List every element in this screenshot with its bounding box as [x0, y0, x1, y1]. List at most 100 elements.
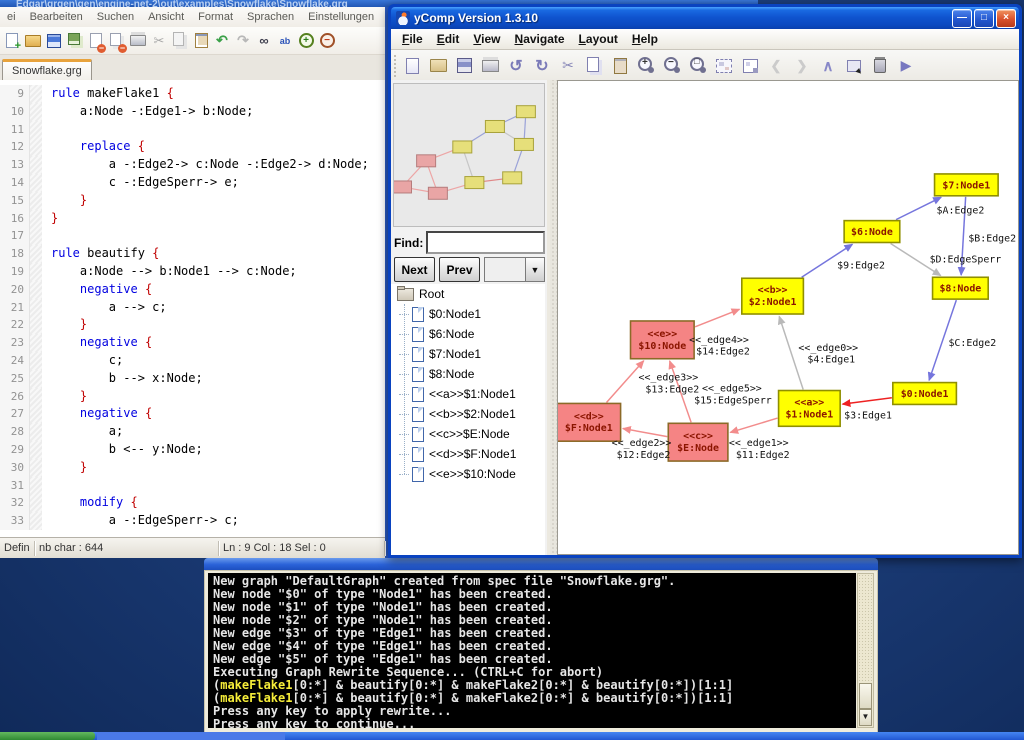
next-button[interactable]: Next: [394, 257, 435, 282]
graph-canvas[interactable]: $7:Node1$6:Node$8:Node<<b>>$2:Node1<<e>>…: [557, 80, 1019, 555]
tree-item[interactable]: <<e>>$10:Node: [391, 464, 545, 484]
tree-item[interactable]: <<c>>$E:Node: [391, 424, 545, 444]
tree-item[interactable]: <<d>>$F:Node1: [391, 444, 545, 464]
menu-item-einstellungen[interactable]: Einstellungen: [301, 11, 381, 23]
search-scope-combobox[interactable]: ▼: [484, 257, 545, 282]
zoom-in-icon[interactable]: [297, 32, 315, 50]
bookmark-margin[interactable]: [30, 174, 42, 192]
bookmark-margin[interactable]: [30, 423, 42, 441]
menu-item-view[interactable]: View: [466, 32, 507, 46]
tree-root[interactable]: Root: [391, 284, 545, 304]
save-all-icon[interactable]: [66, 32, 84, 50]
menu-item-ansicht[interactable]: Ansicht: [141, 11, 191, 23]
maximize-button[interactable]: □: [974, 9, 994, 28]
bookmark-margin[interactable]: [30, 512, 42, 530]
close-doc-icon[interactable]: [87, 32, 105, 50]
cut-icon[interactable]: [557, 55, 579, 77]
menu-item-ei[interactable]: ei: [0, 11, 23, 23]
menu-item-sprachen[interactable]: Sprachen: [240, 11, 301, 23]
graph-edge[interactable]: [623, 429, 667, 437]
bookmark-margin[interactable]: [30, 263, 42, 281]
menu-item-suchen[interactable]: Suchen: [90, 11, 141, 23]
bookmark-margin[interactable]: [30, 459, 42, 477]
zoom-in-icon[interactable]: [635, 55, 657, 77]
save-icon[interactable]: [45, 32, 63, 50]
tree-item[interactable]: $6:Node: [391, 324, 545, 344]
copy-icon[interactable]: [583, 55, 605, 77]
graph-node-$0:Node1[interactable]: $0:Node1: [893, 383, 957, 405]
open-folder-icon[interactable]: [24, 32, 42, 50]
save-icon[interactable]: [453, 55, 475, 77]
bookmark-margin[interactable]: [30, 334, 42, 352]
paste-icon[interactable]: [609, 55, 631, 77]
replace-icon[interactable]: [276, 32, 294, 50]
bookmark-margin[interactable]: [30, 210, 42, 228]
bookmark-margin[interactable]: [30, 281, 42, 299]
chevron-down-icon[interactable]: ▼: [525, 258, 544, 281]
open-icon[interactable]: [427, 55, 449, 77]
menu-item-edit[interactable]: Edit: [430, 32, 467, 46]
menu-item-format[interactable]: Format: [191, 11, 240, 23]
bookmark-margin[interactable]: [30, 370, 42, 388]
scroll-down-icon[interactable]: ▼: [859, 709, 872, 726]
zoom-fit-icon[interactable]: [687, 55, 709, 77]
zoom-out-icon[interactable]: [661, 55, 683, 77]
graph-node-$E:Node[interactable]: <<c>>$E:Node: [668, 423, 728, 461]
bookmark-margin[interactable]: [30, 138, 42, 156]
copy-icon[interactable]: [171, 32, 189, 50]
print-icon[interactable]: [129, 32, 147, 50]
bookmark-margin[interactable]: [30, 156, 42, 174]
ycomp-titlebar[interactable]: yComp Version 1.3.10 — □ ×: [391, 7, 1019, 29]
graph-node-$10:Node[interactable]: <<e>>$10:Node: [631, 321, 695, 359]
bookmark-margin[interactable]: [30, 352, 42, 370]
scrollbar-thumb[interactable]: [859, 683, 872, 709]
bookmark-margin[interactable]: [30, 441, 42, 459]
bookmark-margin[interactable]: [30, 494, 42, 512]
undo-icon[interactable]: [213, 32, 231, 50]
tree-item[interactable]: $8:Node: [391, 364, 545, 384]
redo-icon[interactable]: [531, 55, 553, 77]
graph-edge[interactable]: [730, 418, 777, 432]
bookmark-margin[interactable]: [30, 192, 42, 210]
bookmark-margin[interactable]: [30, 227, 42, 245]
bookmark-margin[interactable]: [30, 316, 42, 334]
panel-splitter[interactable]: [550, 80, 557, 555]
cut-icon[interactable]: [150, 32, 168, 50]
graph-node-$7:Node1[interactable]: $7:Node1: [935, 174, 999, 196]
taskbar-task-button[interactable]: [97, 732, 285, 740]
close-all-icon[interactable]: [108, 32, 126, 50]
tab-snowflake-grg[interactable]: Snowflake.grg: [2, 59, 92, 81]
bookmark-margin[interactable]: [30, 121, 42, 139]
find-input[interactable]: [426, 231, 545, 254]
paste-icon[interactable]: [192, 32, 210, 50]
redo-icon[interactable]: [234, 32, 252, 50]
console-scrollbar[interactable]: ▼: [857, 573, 874, 728]
bookmark-margin[interactable]: [30, 477, 42, 495]
menu-item-bearbeiten[interactable]: Bearbeiten: [23, 11, 90, 23]
prev-button[interactable]: Prev: [439, 257, 480, 282]
pick-node-icon[interactable]: [843, 55, 865, 77]
graph-node-$6:Node[interactable]: $6:Node: [844, 221, 900, 243]
new-file-icon[interactable]: [3, 32, 21, 50]
menu-item-file[interactable]: File: [395, 32, 430, 46]
layout-icon[interactable]: [739, 55, 761, 77]
graph-node-$1:Node1[interactable]: <<a>>$1:Node1: [779, 391, 841, 427]
back-icon[interactable]: [765, 55, 787, 77]
menu-item-layout[interactable]: Layout: [572, 32, 625, 46]
close-button[interactable]: ×: [996, 9, 1016, 28]
code-editor[interactable]: 9rule makeFlake1 {10 a:Node -:Edge1-> b:…: [0, 80, 385, 543]
graph-edge[interactable]: [695, 309, 739, 327]
bookmark-margin[interactable]: [30, 405, 42, 423]
tree-item[interactable]: <<a>>$1:Node1: [391, 384, 545, 404]
bookmark-margin[interactable]: [30, 245, 42, 263]
forward-icon[interactable]: [791, 55, 813, 77]
find-icon[interactable]: [255, 32, 273, 50]
print-icon[interactable]: [479, 55, 501, 77]
zoom-out-icon[interactable]: [318, 32, 336, 50]
minimize-button[interactable]: —: [952, 9, 972, 28]
bookmark-margin[interactable]: [30, 388, 42, 406]
undo-icon[interactable]: [505, 55, 527, 77]
graph-edge[interactable]: [843, 398, 892, 404]
graph-edge[interactable]: [896, 197, 941, 219]
menu-item-help[interactable]: Help: [625, 32, 665, 46]
